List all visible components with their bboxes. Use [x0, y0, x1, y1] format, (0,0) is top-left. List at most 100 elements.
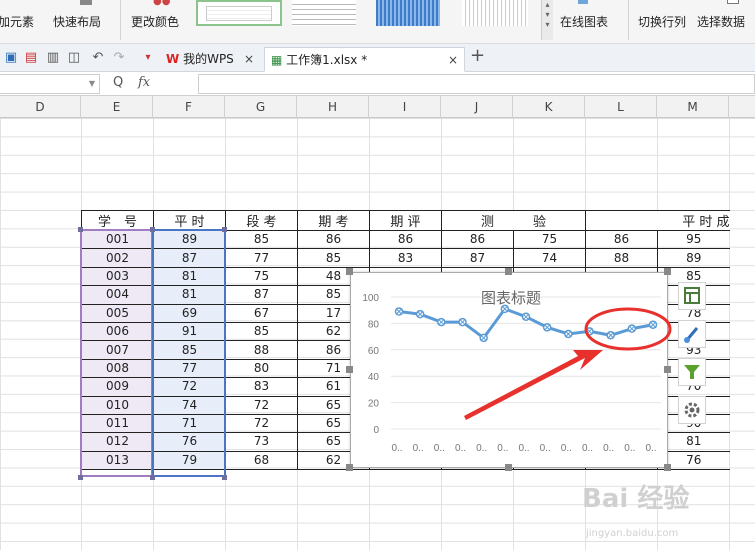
chart-style-brush-button[interactable]: [678, 320, 706, 348]
chart-style-4[interactable]: [462, 0, 528, 26]
table-cell[interactable]: 89: [153, 229, 226, 250]
col-header-m[interactable]: M: [657, 96, 729, 118]
chart-resize-handle[interactable]: [664, 366, 671, 373]
save-icon[interactable]: ▣: [4, 51, 18, 65]
table-cell[interactable]: 74: [513, 248, 586, 268]
formula-input[interactable]: [198, 74, 755, 94]
undo-icon[interactable]: ↶: [91, 51, 105, 65]
new-tab-icon[interactable]: +: [470, 45, 485, 66]
table-cell[interactable]: 79: [153, 450, 226, 471]
redo-icon[interactable]: ↷: [112, 51, 126, 65]
table-cell[interactable]: 87: [153, 248, 226, 268]
table-cell[interactable]: 86: [441, 229, 514, 250]
table-cell[interactable]: 85: [225, 321, 298, 342]
header-midterm[interactable]: 段 考: [225, 210, 298, 231]
chart-style-1[interactable]: [196, 0, 282, 26]
table-cell[interactable]: 002: [81, 248, 154, 268]
selection-handle[interactable]: [78, 227, 83, 232]
col-header-i[interactable]: I: [369, 96, 441, 118]
chart-resize-handle[interactable]: [505, 268, 512, 275]
table-cell[interactable]: 72: [225, 395, 298, 415]
table-cell[interactable]: 85: [153, 340, 226, 360]
table-cell[interactable]: 91: [153, 321, 226, 342]
col-header-h[interactable]: H: [297, 96, 369, 118]
table-cell[interactable]: 75: [225, 266, 298, 287]
selection-handle[interactable]: [150, 475, 155, 480]
chart-resize-handle[interactable]: [664, 464, 671, 471]
table-cell[interactable]: 008: [81, 358, 154, 379]
table-cell[interactable]: 67: [225, 303, 298, 323]
table-cell[interactable]: 010: [81, 395, 154, 415]
col-header-d[interactable]: D: [0, 96, 81, 118]
export-pdf-icon[interactable]: ▤: [24, 51, 38, 65]
table-cell[interactable]: 77: [225, 248, 298, 268]
table-cell[interactable]: 006: [81, 321, 154, 342]
table-cell[interactable]: 80: [225, 358, 298, 379]
customize-quick-access-icon[interactable]: ▾: [141, 51, 155, 65]
chart-style-2[interactable]: [292, 0, 356, 26]
table-cell[interactable]: 74: [153, 395, 226, 415]
header-student-id[interactable]: 学 号: [81, 210, 154, 231]
table-cell[interactable]: 68: [225, 450, 298, 471]
table-cell[interactable]: 86: [297, 229, 370, 250]
close-tab-icon[interactable]: ×: [244, 47, 254, 71]
print-preview-icon[interactable]: ◫: [67, 51, 81, 65]
table-cell[interactable]: 003: [81, 266, 154, 287]
chart-resize-handle[interactable]: [664, 268, 671, 275]
chart-resize-handle[interactable]: [346, 268, 353, 275]
change-color-button[interactable]: 更改颜色 ●●: [131, 0, 193, 44]
chart-resize-handle[interactable]: [346, 464, 353, 471]
style-scroll-buttons[interactable]: ▴ ▾ ▾: [541, 0, 553, 40]
table-cell[interactable]: 004: [81, 285, 154, 305]
selection-handle[interactable]: [150, 227, 155, 232]
table-cell[interactable]: 81: [153, 266, 226, 287]
col-header-l[interactable]: L: [585, 96, 657, 118]
table-cell[interactable]: 89: [657, 248, 730, 268]
col-header-e[interactable]: E: [81, 96, 153, 118]
online-chart-button[interactable]: 在线图表: [560, 0, 620, 44]
table-cell[interactable]: 69: [153, 303, 226, 323]
table-cell[interactable]: 87: [225, 285, 298, 305]
table-cell[interactable]: 88: [585, 248, 658, 268]
table-cell[interactable]: 013: [81, 450, 154, 471]
table-cell[interactable]: 81: [153, 285, 226, 305]
line-chart[interactable]: 0 20 40 60 80 100 图表标题 0.. 0.. 0.. 0.. 0.. 0.. 0.. 0..…: [350, 272, 668, 468]
table-cell[interactable]: 012: [81, 432, 154, 452]
fx-icon[interactable]: fx: [138, 75, 150, 90]
table-cell[interactable]: 85: [297, 248, 370, 268]
header-regular-score[interactable]: 平 时 成: [585, 210, 730, 231]
table-cell[interactable]: 83: [225, 377, 298, 397]
switch-row-col-button[interactable]: 切换行列: [638, 0, 692, 44]
table-cell[interactable]: 009: [81, 377, 154, 397]
table-cell[interactable]: 76: [153, 432, 226, 452]
table-cell[interactable]: 72: [225, 413, 298, 434]
tab-workbook[interactable]: ▦ 工作簿1.xlsx * ×: [264, 47, 465, 72]
chart-filter-button[interactable]: [678, 358, 706, 386]
quick-layout-button[interactable]: 快速布局: [53, 0, 115, 44]
table-cell[interactable]: 86: [369, 229, 442, 250]
table-cell[interactable]: 87: [441, 248, 514, 268]
table-cell[interactable]: 71: [153, 413, 226, 434]
table-cell[interactable]: 72: [153, 377, 226, 397]
table-cell[interactable]: 73: [225, 432, 298, 452]
table-cell[interactable]: 75: [513, 229, 586, 250]
name-box[interactable]: ▼: [0, 74, 100, 94]
table-cell[interactable]: 88: [225, 340, 298, 360]
add-element-button[interactable]: 加元素: [0, 0, 48, 44]
table-cell[interactable]: 95: [657, 229, 730, 250]
chart-elements-button[interactable]: [678, 282, 706, 310]
selection-handle[interactable]: [222, 227, 227, 232]
tab-my-wps[interactable]: W 我的WPS ×: [160, 47, 260, 72]
chart-style-3[interactable]: [376, 0, 440, 26]
col-header-g[interactable]: G: [225, 96, 297, 118]
chart-resize-handle[interactable]: [346, 366, 353, 373]
col-header-k[interactable]: K: [513, 96, 585, 118]
table-cell[interactable]: 007: [81, 340, 154, 360]
table-cell[interactable]: 005: [81, 303, 154, 323]
col-header-j[interactable]: J: [441, 96, 513, 118]
header-regular[interactable]: 平 时: [153, 210, 226, 231]
table-cell[interactable]: 001: [81, 229, 154, 250]
header-final[interactable]: 期 考: [297, 210, 370, 231]
table-cell[interactable]: 83: [369, 248, 442, 268]
select-data-button[interactable]: 选择数据: [697, 0, 755, 44]
